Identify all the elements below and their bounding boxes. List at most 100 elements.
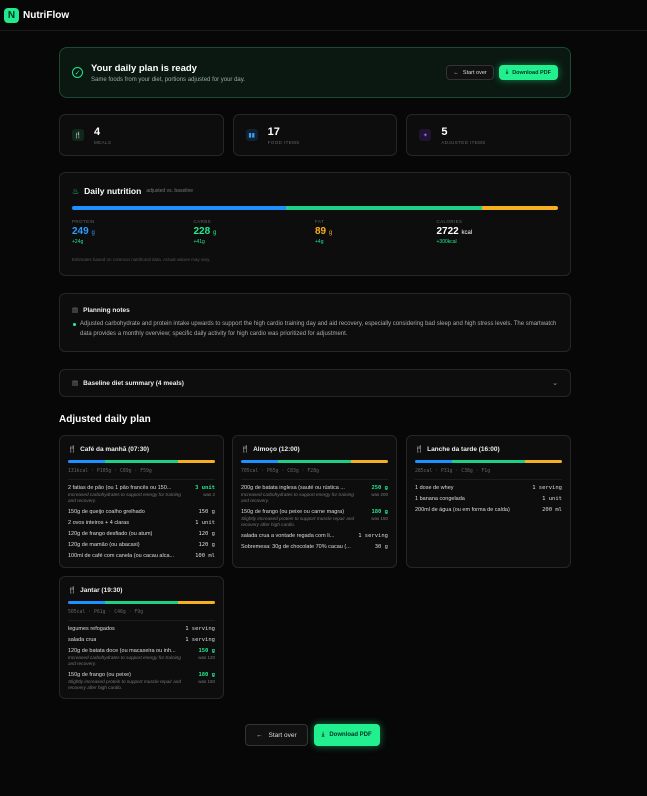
macro-calories: CALORIES 2722 kcal +300kcal: [437, 219, 559, 245]
adjustment-note: Increased carbohydrates to support energ…: [241, 492, 354, 503]
food-item-quantity: 1 serving: [358, 533, 388, 539]
chevron-down-icon: ⌄: [552, 380, 558, 387]
carbs-segment: [277, 460, 352, 463]
start-over-button[interactable]: ← Start over: [446, 65, 494, 80]
food-item-name: Sobremesa: 30g de chocolate 70% cacau (.…: [241, 544, 351, 550]
daily-nutrition-card: ♨ Daily nutrition adjusted vs. baseline …: [59, 172, 571, 276]
food-item-name: 150g de frango (ou peixe): [68, 672, 131, 678]
protein-segment: [68, 460, 105, 463]
start-over-label: Start over: [268, 731, 297, 739]
food-item-quantity: 180 g: [198, 672, 215, 678]
macro-label: FAT: [315, 219, 325, 224]
fat-segment: [178, 601, 215, 604]
food-item: 200g de batata inglesa (sauté ou rústica…: [241, 485, 388, 504]
document-icon: ▤: [72, 380, 79, 387]
stat-card-food-items: ▮▮ 17 FOOD ITEMS: [232, 114, 398, 156]
divider: [241, 479, 388, 480]
check-circle-icon: ✓: [72, 67, 83, 78]
stat-value: 5: [441, 125, 448, 138]
food-item: 2 ovos inteiros + 4 claras 1 unit: [68, 520, 215, 526]
download-pdf-button[interactable]: ⤓ Download PDF: [498, 65, 558, 80]
food-item-name: 1 banana congelada: [415, 496, 465, 502]
previous-quantity: was 150: [371, 516, 388, 521]
fat-segment: [178, 460, 215, 463]
planning-notes-card: ▤ Planning notes Adjusted carbohydrate a…: [59, 293, 571, 352]
food-item: 150g de frango (ou peixe ou carne magra)…: [241, 509, 388, 528]
macro-value: 249: [72, 226, 89, 237]
macro-carbs: CARBS 228 g +41g: [194, 219, 316, 245]
stat-card-meals: 🍴 4 MEALS: [59, 114, 224, 156]
meal-card: 🍴 Café da manhã (07:30) 131kcal · P105g · …: [59, 435, 224, 568]
food-item-name: salada crua: [68, 637, 97, 643]
stats-row: 🍴 4 MEALS ▮▮ 17 FOOD ITEMS ✦ 5 ADJUSTED …: [59, 114, 572, 156]
food-item: 1 banana congelada 1 unit: [415, 496, 562, 502]
banner-title: Your daily plan is ready: [91, 62, 197, 74]
adjustment-note: Increased carbohydrates to support energ…: [68, 655, 181, 666]
food-item-quantity: 250 g: [371, 485, 388, 491]
carbs-segment: [285, 206, 482, 210]
macro-value: 89: [315, 226, 327, 237]
food-item-name: 1 dose de whey: [415, 485, 454, 491]
food-item-name: 2 fatias de pão (ou 1 pão francês ou 150…: [68, 485, 172, 491]
food-item-quantity: 30 g: [374, 544, 388, 550]
app-logo[interactable]: N: [4, 7, 19, 23]
adjustment-note: Slightly increased protein to support mu…: [68, 679, 182, 690]
macro-value: 2722: [436, 226, 459, 237]
fat-segment: [351, 460, 388, 463]
carbs-segment: [104, 601, 179, 604]
meal-title: Jantar (19:30): [80, 586, 123, 594]
food-item: 150g de frango (ou peixe) Slightly increa…: [68, 672, 215, 691]
notes-body: Adjusted carbohydrate and protein intake…: [72, 319, 558, 339]
previous-quantity: was 120: [198, 655, 215, 660]
protein-segment: [72, 206, 286, 210]
food-item: 120g de frango desfiado (ou atum) 120 g: [68, 531, 215, 537]
section-title: Adjusted daily plan: [59, 414, 151, 425]
food-item-name: 200ml de água (ou em forma de calda): [415, 507, 510, 513]
protein-segment: [68, 601, 105, 604]
baseline-title: Baseline diet summary (4 meals): [83, 379, 184, 387]
food-item-name: 2 ovos inteiros + 4 claras: [68, 520, 129, 526]
start-over-button[interactable]: ← Start over: [245, 724, 308, 746]
download-icon: ⤓: [321, 731, 325, 738]
meal-macros: 131kcal · P105g · C89g · F59g: [68, 469, 152, 474]
plan-ready-banner: ✓ Your daily plan is ready Same foods fr…: [59, 47, 571, 98]
macro-unit: g: [212, 230, 217, 236]
meal-macro-bar: [415, 460, 562, 463]
meal-macros: 705cal · P65g · C83g · F28g: [241, 469, 319, 474]
protein-segment: [415, 460, 452, 463]
food-item-name: salada crua a vontade regada com li...: [241, 533, 335, 539]
food-item: 200ml de água (ou em forma de calda) 200 …: [415, 507, 562, 513]
bar-chart-icon: ▮▮: [245, 129, 258, 141]
food-item-quantity: 120 g: [198, 531, 215, 537]
nutrition-title: Daily nutrition: [84, 186, 142, 196]
food-item: 1 dose de whey 1 serving: [415, 485, 562, 491]
utensils-icon: 🍴: [72, 129, 84, 141]
food-item-name: 120g de batata doce (ou macaxeira ou inh…: [68, 648, 176, 654]
baseline-summary-toggle[interactable]: ▤ Baseline diet summary (4 meals) ⌄: [59, 369, 571, 397]
food-item-quantity: 120 g: [198, 542, 215, 548]
food-item-quantity: 150 g: [198, 648, 215, 654]
meal-card: 🍴 Almoço (12:00) 705cal · P65g · C83g · F2…: [232, 435, 397, 568]
arrow-left-icon: ←: [453, 69, 459, 76]
fat-segment: [525, 460, 562, 463]
macro-distribution-bar: [72, 206, 558, 210]
meal-title: Almoço (12:00): [253, 445, 300, 453]
nutrition-disclaimer: Estimates based on common nutritional da…: [72, 257, 211, 262]
banner-subtitle: Same foods from your diet, portions adju…: [91, 76, 245, 83]
food-item-quantity: 1 serving: [185, 626, 215, 632]
download-pdf-label: Download PDF: [329, 732, 372, 738]
meal-card: 🍴 Lanche da tarde (16:00) 285cal · P31g · …: [406, 435, 571, 568]
stat-label: ADJUSTED ITEMS: [441, 139, 486, 145]
food-item-quantity: 180 g: [371, 509, 388, 515]
food-item-quantity: 1 serving: [185, 637, 215, 643]
stat-value: 4: [94, 125, 101, 138]
stat-label: FOOD ITEMS: [267, 139, 300, 145]
meal-macro-bar: [68, 460, 215, 463]
macro-value: 228: [193, 226, 211, 237]
top-bar: N NutriFlow: [0, 0, 647, 31]
previous-quantity: was 2: [203, 492, 215, 497]
food-item: salada crua a vontade regada com li... 1 …: [241, 533, 388, 539]
utensils-icon: 🍴: [241, 446, 250, 453]
download-pdf-button[interactable]: ⤓ Download PDF: [313, 724, 380, 746]
meal-title: Café da manhã (07:30): [80, 445, 150, 453]
